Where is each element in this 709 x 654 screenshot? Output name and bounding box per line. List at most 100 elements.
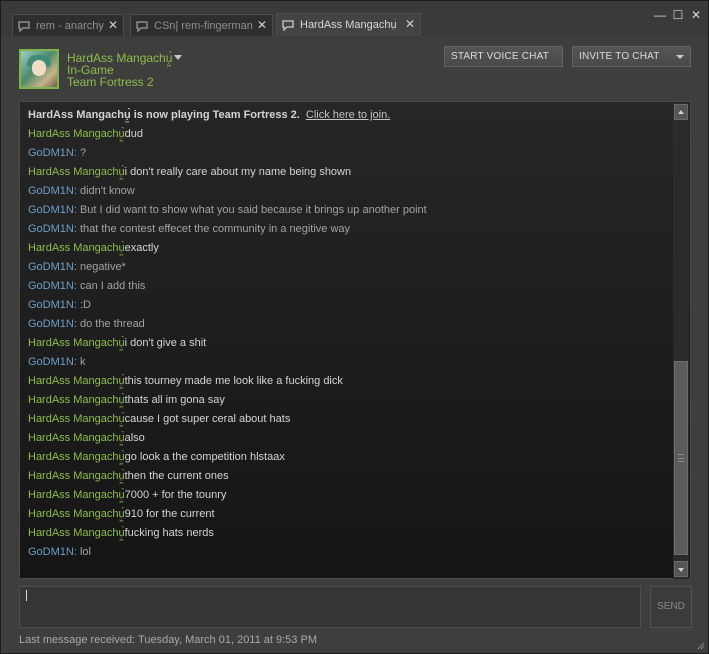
scroll-up-button[interactable] (674, 104, 688, 120)
friend-game: Team Fortress 2 (67, 75, 154, 89)
message-speaker: HardAss Mangachụ͖̀ (28, 451, 125, 463)
close-tab-icon[interactable]: ✕ (404, 18, 416, 30)
chat-bubble-icon (18, 20, 30, 32)
system-message-text: HardAss Mangachụ͖̀ is now playing Team F… (28, 109, 300, 121)
tab-bar: rem - anarchy ✕ CSn| rem-fingerman ✕ Har… (1, 1, 708, 37)
message-text: But I did want to show what you said bec… (79, 204, 427, 216)
message-text: didn't know (79, 185, 135, 197)
message-speaker: GoDM1N (28, 299, 74, 311)
button-label: START VOICE CHAT (451, 51, 550, 62)
chat-message: GoDM1N: ? (28, 144, 668, 163)
invite-to-chat-button[interactable]: INVITE TO CHAT (572, 46, 691, 67)
message-speaker: HardAss Mangachụ͖̀ (28, 489, 125, 501)
send-button[interactable]: SEND (650, 586, 692, 628)
message-text: do the thread (79, 318, 145, 330)
chat-message: GoDM1N: negative* (28, 258, 668, 277)
message-text: exactly (124, 242, 159, 254)
message-text: thats all im gona say (124, 394, 225, 406)
scrollbar[interactable] (673, 103, 689, 579)
chat-message: HardAss Mangachụ͖̀dud (28, 125, 668, 144)
tab-csn-rem-fingerman[interactable]: CSn| rem-fingerman ✕ (130, 14, 273, 36)
message-text: this tourney made me look like a fucking… (124, 375, 343, 387)
tab-label: HardAss Mangachụ͖̀ (300, 19, 397, 31)
system-message: HardAss Mangachụ͖̀ is now playing Team F… (28, 106, 668, 125)
message-text: fucking hats nerds (124, 527, 214, 539)
chat-message: GoDM1N: k (28, 353, 668, 372)
message-speaker: HardAss Mangachụ͖̀ (28, 166, 125, 178)
message-speaker: HardAss Mangachụ͖̀ (28, 128, 125, 140)
message-speaker: HardAss Mangachụ͖̀ (28, 337, 125, 349)
chevron-down-icon (676, 55, 684, 59)
tab-label: rem - anarchy (36, 19, 104, 32)
message-text: go look a the competition hlstaax (124, 451, 285, 463)
scrollbar-thumb[interactable] (674, 361, 688, 555)
message-text: dud (124, 128, 143, 140)
message-text: can I add this (79, 280, 146, 292)
chevron-down-icon[interactable] (174, 55, 182, 60)
chat-log[interactable]: HardAss Mangachụ͖̀ is now playing Team F… (19, 101, 691, 579)
chat-bubble-icon (136, 20, 148, 32)
start-voice-chat-button[interactable]: START VOICE CHAT (444, 46, 563, 67)
last-message-status: Last message received: Tuesday, March 01… (19, 634, 317, 646)
arrow-down-icon (678, 568, 684, 572)
message-text: also (124, 432, 145, 444)
grip-icon (678, 454, 684, 462)
chat-message: HardAss Mangachụ͖̀exactly (28, 239, 668, 258)
message-text: i don't give a shit (124, 337, 207, 349)
message-text: negative* (79, 261, 126, 273)
message-list: HardAss Mangachụ͖̀ is now playing Team F… (28, 106, 668, 562)
message-speaker: HardAss Mangachụ͖̀ (28, 375, 125, 387)
tab-label: CSn| rem-fingerman (154, 19, 253, 32)
message-speaker: HardAss Mangachụ͖̀ (28, 242, 125, 254)
message-text: ? (79, 147, 87, 159)
maximize-button[interactable]: ☐ (671, 9, 685, 21)
message-speaker: GoDM1N (28, 318, 74, 330)
message-speaker: GoDM1N (28, 356, 74, 368)
chat-message: HardAss Mangachụ͖̀go look a the competit… (28, 448, 668, 467)
message-speaker: GoDM1N (28, 261, 74, 273)
message-speaker: HardAss Mangachụ͖̀ (28, 470, 125, 482)
avatar-face (32, 60, 46, 76)
close-tab-icon[interactable]: ✕ (256, 19, 268, 31)
close-window-button[interactable]: ✕ (689, 9, 703, 21)
resize-grip-icon[interactable] (695, 640, 705, 650)
chat-window: rem - anarchy ✕ CSn| rem-fingerman ✕ Har… (0, 0, 709, 654)
chat-message: GoDM1N: that the contest effecet the com… (28, 220, 668, 239)
chat-message: HardAss Mangachụ͖̀thats all im gona say (28, 391, 668, 410)
message-text: :D (79, 299, 91, 311)
message-speaker: GoDM1N (28, 147, 74, 159)
message-speaker: GoDM1N (28, 223, 74, 235)
chat-message: HardAss Mangachụ͖̀then the current ones (28, 467, 668, 486)
message-speaker: HardAss Mangachụ͖̀ (28, 432, 125, 444)
message-text: k (79, 356, 86, 368)
message-speaker: GoDM1N (28, 185, 74, 197)
text-caret (26, 590, 27, 601)
chat-message: HardAss Mangachụ͖̀7000 + for the tounry (28, 486, 668, 505)
message-speaker: GoDM1N (28, 546, 74, 558)
send-label: SEND (657, 601, 685, 612)
chat-message: GoDM1N: didn't know (28, 182, 668, 201)
message-speaker: HardAss Mangachụ͖̀ (28, 413, 125, 425)
minimize-button[interactable]: — (653, 9, 667, 21)
message-speaker: HardAss Mangachụ͖̀ (28, 394, 125, 406)
scroll-down-button[interactable] (674, 561, 688, 577)
close-tab-icon[interactable]: ✕ (107, 19, 119, 31)
tab-rem-anarchy[interactable]: rem - anarchy ✕ (12, 14, 124, 36)
chat-bubble-icon (282, 20, 294, 31)
avatar[interactable] (19, 49, 59, 89)
chat-message: GoDM1N: :D (28, 296, 668, 315)
chat-message: GoDM1N: do the thread (28, 315, 668, 334)
chat-message: HardAss Mangachụ͖̀also (28, 429, 668, 448)
message-input[interactable] (19, 586, 641, 628)
chat-message: HardAss Mangachụ͖̀910 for the current (28, 505, 668, 524)
tab-hardass-mangachu[interactable]: HardAss Mangachụ͖̀ ✕ (276, 13, 421, 36)
message-speaker: HardAss Mangachụ͖̀ (28, 527, 125, 539)
chat-message: GoDM1N: lol (28, 543, 668, 562)
chat-message: HardAss Mangachụ͖̀this tourney made me l… (28, 372, 668, 391)
chat-message: HardAss Mangachụ͖̀i don't give a shit (28, 334, 668, 353)
chat-message: GoDM1N: But I did want to show what you … (28, 201, 668, 220)
arrow-up-icon (678, 110, 684, 114)
join-game-link[interactable]: Click here to join. (306, 109, 390, 121)
message-text: cause I got super ceral about hats (124, 413, 291, 425)
chat-message: GoDM1N: can I add this (28, 277, 668, 296)
